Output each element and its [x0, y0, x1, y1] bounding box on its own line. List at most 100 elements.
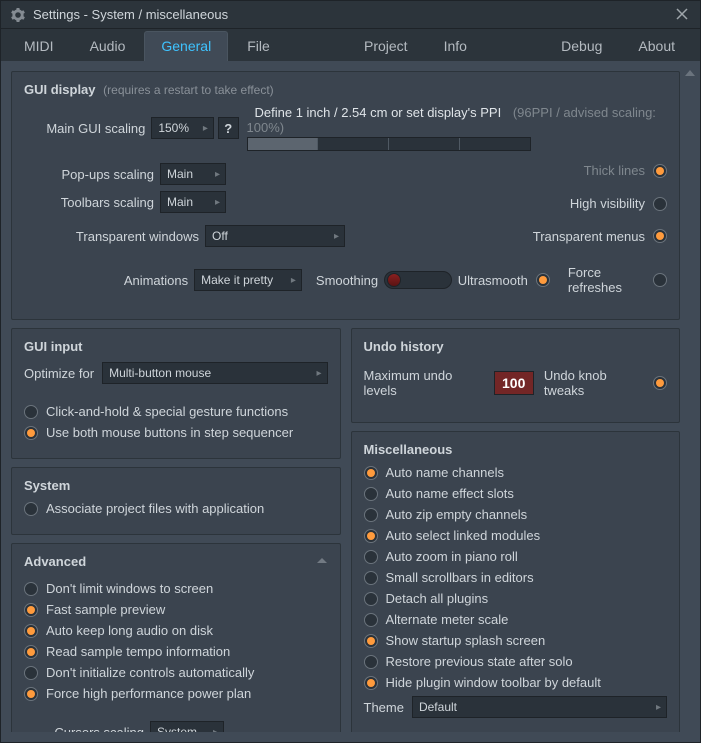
theme-label: Theme	[364, 700, 404, 715]
misc-title: Miscellaneous	[364, 442, 668, 457]
ultrasmooth-radio[interactable]	[536, 273, 550, 287]
auto-zip-label: Auto zip empty channels	[386, 507, 528, 522]
tab-midi[interactable]: MIDI	[7, 31, 71, 61]
tab-project[interactable]: Project	[347, 31, 425, 61]
gear-icon	[11, 8, 25, 22]
cursors-dropdown[interactable]: System	[150, 721, 224, 732]
thick-lines-label: Thick lines	[584, 163, 645, 178]
tab-info[interactable]: Info	[427, 31, 484, 61]
undo-title: Undo history	[364, 339, 668, 354]
popups-dropdown[interactable]: Main	[160, 163, 226, 185]
toolbars-label: Toolbars scaling	[24, 195, 154, 210]
auto-name-ch-label: Auto name channels	[386, 465, 505, 480]
dont-limit-label: Don't limit windows to screen	[46, 581, 213, 596]
knob-tweaks-radio[interactable]	[653, 376, 667, 390]
dont-limit-radio[interactable]	[24, 582, 38, 596]
tab-debug[interactable]: Debug	[544, 31, 619, 61]
knob-tweaks-label: Undo knob tweaks	[544, 368, 645, 398]
tab-about[interactable]: About	[621, 31, 692, 61]
tab-audio[interactable]: Audio	[73, 31, 143, 61]
toolbars-dropdown[interactable]: Main	[160, 191, 226, 213]
gui-display-title: GUI display	[24, 82, 96, 97]
hide-toolbar-radio[interactable]	[364, 676, 378, 690]
small-scroll-label: Small scrollbars in editors	[386, 570, 534, 585]
window-title: Settings - System / miscellaneous	[33, 7, 228, 22]
force-refresh-label: Force refreshes	[568, 265, 645, 295]
detach-radio[interactable]	[364, 592, 378, 606]
main-scaling-dropdown[interactable]: 150%	[151, 117, 214, 139]
animations-label: Animations	[24, 273, 188, 288]
splash-radio[interactable]	[364, 634, 378, 648]
tab-general[interactable]: General	[144, 31, 228, 61]
assoc-radio[interactable]	[24, 502, 38, 516]
smoothing-slider[interactable]	[384, 271, 452, 289]
system-title: System	[24, 478, 328, 493]
alt-meter-radio[interactable]	[364, 613, 378, 627]
max-undo-value[interactable]: 100	[494, 371, 534, 395]
gui-input-title: GUI input	[24, 339, 328, 354]
read-tempo-radio[interactable]	[24, 645, 38, 659]
chevron-up-icon	[316, 554, 328, 569]
high-vis-label: High visibility	[570, 196, 645, 211]
tabbar: MIDI Audio General File Project Info Deb…	[1, 29, 700, 61]
high-vis-radio[interactable]	[653, 197, 667, 211]
click-hold-radio[interactable]	[24, 405, 38, 419]
auto-keep-label: Auto keep long audio on disk	[46, 623, 213, 638]
read-tempo-label: Read sample tempo information	[46, 644, 230, 659]
restore-radio[interactable]	[364, 655, 378, 669]
transparent-win-dropdown[interactable]: Off	[205, 225, 345, 247]
detach-label: Detach all plugins	[386, 591, 489, 606]
trans-menus-label: Transparent menus	[533, 229, 645, 244]
both-buttons-radio[interactable]	[24, 426, 38, 440]
help-button[interactable]: ?	[218, 117, 239, 139]
tab-file[interactable]: File	[230, 31, 287, 61]
auto-keep-radio[interactable]	[24, 624, 38, 638]
group-misc: Miscellaneous Auto name channels Auto na…	[351, 431, 681, 732]
auto-zoom-radio[interactable]	[364, 550, 378, 564]
animations-dropdown[interactable]: Make it pretty	[194, 269, 302, 291]
click-hold-label: Click-and-hold & special gesture functio…	[46, 404, 288, 419]
ppi-ruler[interactable]	[247, 137, 531, 151]
group-undo: Undo history Maximum undo levels 100 Und…	[351, 328, 681, 423]
dont-init-radio[interactable]	[24, 666, 38, 680]
popups-label: Pop-ups scaling	[24, 167, 154, 182]
theme-dropdown[interactable]: Default	[412, 696, 667, 718]
content: GUI display (requires a restart to take …	[1, 61, 700, 742]
group-gui-display: GUI display (requires a restart to take …	[11, 71, 680, 320]
auto-name-ch-radio[interactable]	[364, 466, 378, 480]
ppi-text: Define 1 inch / 2.54 cm or set display's…	[255, 105, 502, 120]
alt-meter-label: Alternate meter scale	[386, 612, 509, 627]
fast-preview-radio[interactable]	[24, 603, 38, 617]
group-advanced: Advanced Don't limit windows to screen F…	[11, 543, 341, 732]
small-scroll-radio[interactable]	[364, 571, 378, 585]
restore-label: Restore previous state after solo	[386, 654, 573, 669]
cursors-label: Cursors scaling	[24, 725, 144, 733]
advanced-header[interactable]: Advanced	[24, 554, 328, 569]
auto-name-fx-label: Auto name effect slots	[386, 486, 514, 501]
max-undo-label: Maximum undo levels	[364, 368, 484, 398]
force-refresh-radio[interactable]	[653, 273, 667, 287]
force-power-label: Force high performance power plan	[46, 686, 251, 701]
gui-display-note: (requires a restart to take effect)	[103, 83, 274, 97]
group-gui-input: GUI input Optimize for Multi-button mous…	[11, 328, 341, 459]
assoc-label: Associate project files with application	[46, 501, 264, 516]
group-title: GUI display (requires a restart to take …	[24, 82, 667, 97]
auto-select-label: Auto select linked modules	[386, 528, 541, 543]
thick-lines-radio[interactable]	[653, 164, 667, 178]
trans-menus-radio[interactable]	[653, 229, 667, 243]
titlebar: Settings - System / miscellaneous	[1, 1, 700, 29]
optimize-dropdown[interactable]: Multi-button mouse	[102, 362, 327, 384]
auto-zoom-label: Auto zoom in piano roll	[386, 549, 518, 564]
auto-select-radio[interactable]	[364, 529, 378, 543]
dont-init-label: Don't initialize controls automatically	[46, 665, 254, 680]
auto-zip-radio[interactable]	[364, 508, 378, 522]
force-power-radio[interactable]	[24, 687, 38, 701]
main-scaling-label: Main GUI scaling	[24, 121, 145, 136]
settings-window: Settings - System / miscellaneous MIDI A…	[0, 0, 701, 743]
auto-name-fx-radio[interactable]	[364, 487, 378, 501]
scroll-up-icon[interactable]	[684, 67, 696, 79]
close-icon[interactable]	[676, 8, 690, 22]
ultrasmooth-label: Ultrasmooth	[458, 273, 528, 288]
group-system: System Associate project files with appl…	[11, 467, 341, 535]
both-buttons-label: Use both mouse buttons in step sequencer	[46, 425, 293, 440]
